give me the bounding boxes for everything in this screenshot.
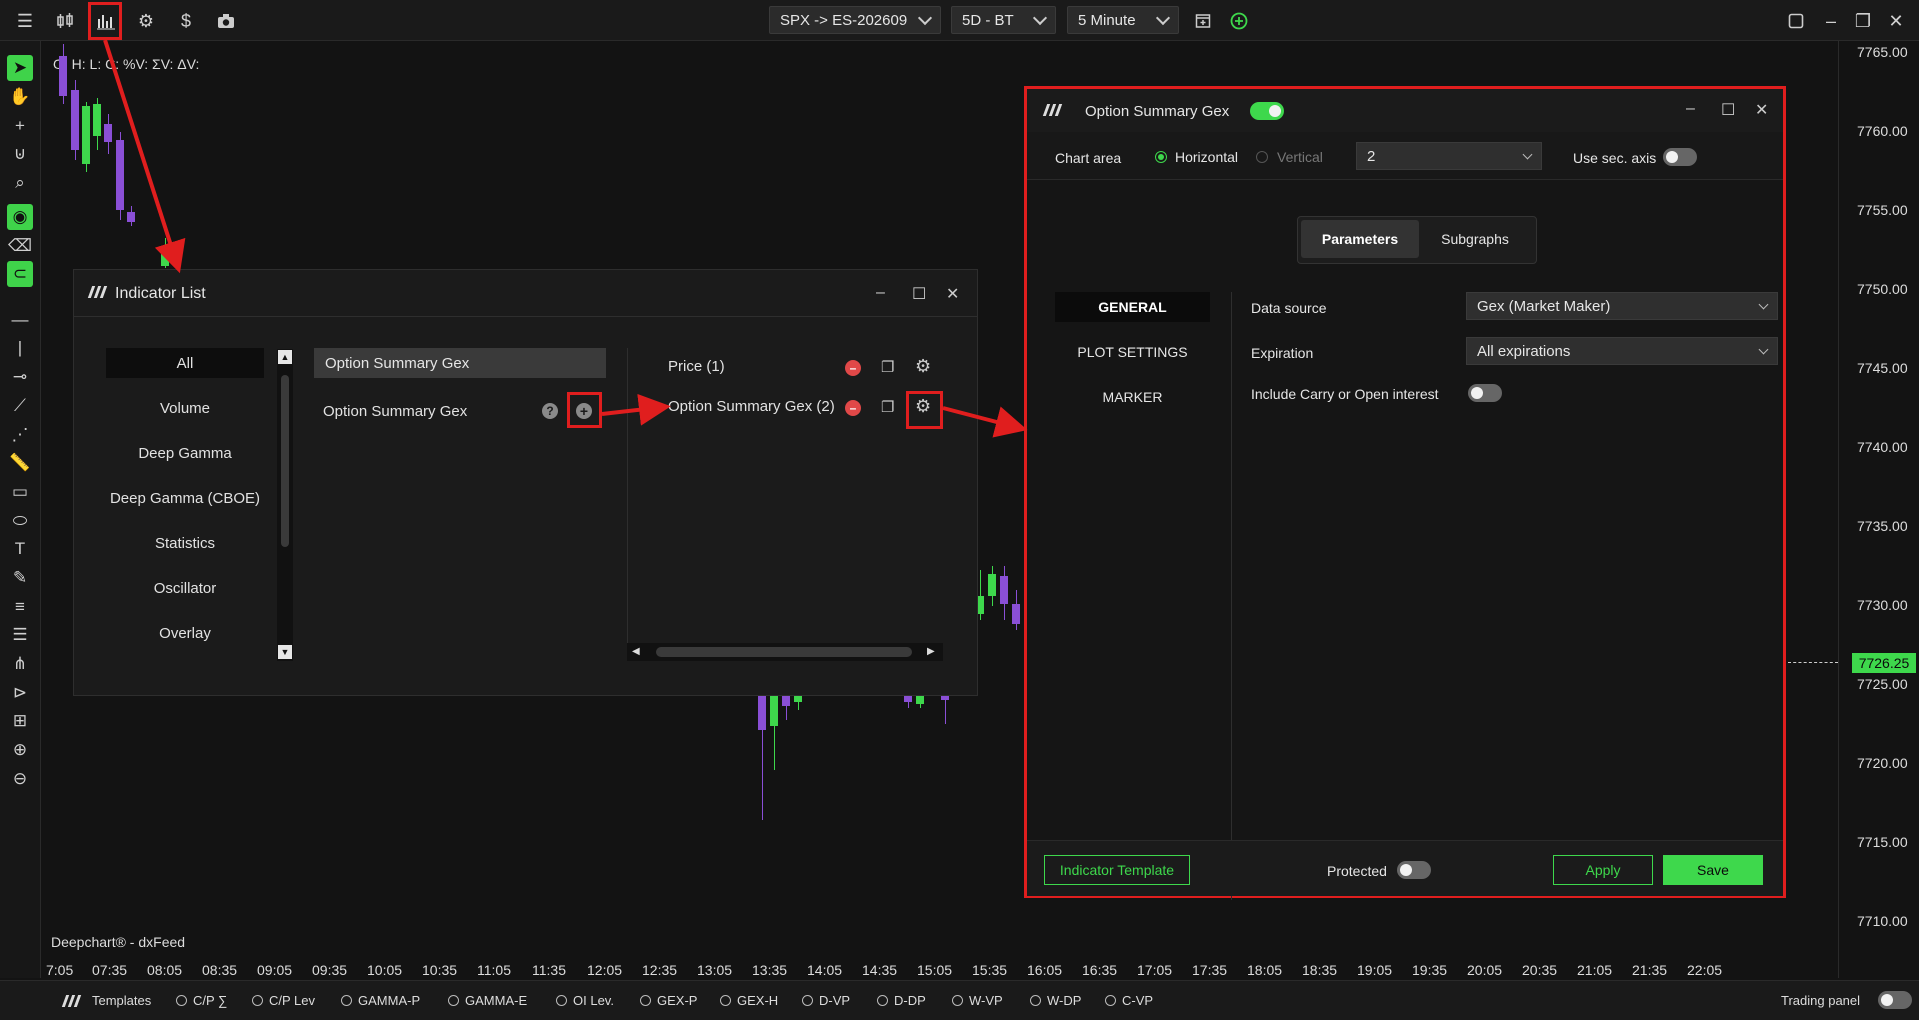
annotation-arrows [103,39,1028,438]
